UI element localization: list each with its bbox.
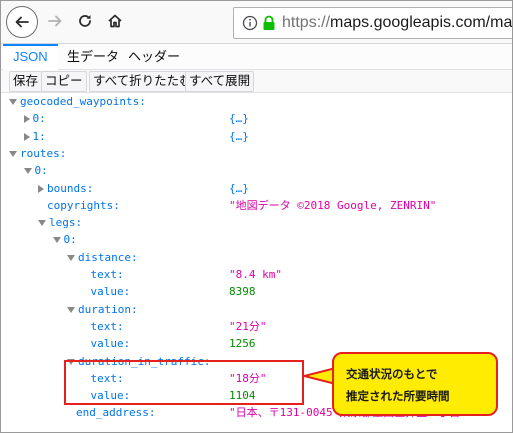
back-button[interactable]: [6, 6, 38, 38]
tab-headers[interactable]: ヘッダー: [118, 44, 190, 69]
tree-key-label: routes:: [20, 146, 67, 160]
tab-json[interactable]: JSON: [3, 44, 58, 71]
collapsed-twisty-icon[interactable]: [38, 184, 44, 193]
tree-key: duration:: [67, 301, 138, 318]
forward-button[interactable]: [41, 7, 69, 35]
expand-all-button[interactable]: すべて展開: [185, 71, 255, 92]
tree-key-label: value:: [90, 337, 131, 351]
lock-icon[interactable]: [262, 14, 276, 32]
home-button[interactable]: [101, 7, 129, 35]
expanded-twisty-icon[interactable]: [67, 254, 75, 261]
tree-row[interactable]: 0: {…}: [1, 110, 512, 127]
expanded-twisty-icon[interactable]: [38, 220, 46, 227]
tree-row[interactable]: distance:: [1, 249, 512, 266]
collapsed-twisty-icon[interactable]: [23, 115, 30, 124]
back-arrow-icon: [15, 16, 29, 28]
tree-key: 1:: [23, 128, 46, 145]
reload-button[interactable]: [71, 7, 99, 35]
tree-row[interactable]: 0:: [1, 231, 512, 248]
tree-row[interactable]: 0:: [1, 162, 512, 179]
tree-key: distance:: [67, 249, 138, 266]
url-host: maps.googleapis.com/map: [330, 14, 513, 31]
tree-key: 0:: [23, 162, 48, 179]
tree-key-label: bounds:: [47, 181, 94, 195]
callout-line-2: 推定された所要時間: [346, 389, 450, 403]
expanded-twisty-icon[interactable]: [9, 99, 17, 105]
collapse-all-button[interactable]: すべて折りたたむ: [89, 71, 196, 92]
tree-row[interactable]: value: 1256: [1, 335, 512, 352]
tree-key-label: text:: [90, 319, 124, 333]
tree-key: routes:: [9, 145, 66, 162]
tree-row[interactable]: bounds: {…}: [1, 180, 512, 197]
viewer-tabs: JSON 生データ ヘッダー: [1, 44, 512, 71]
tree-key-label: legs:: [49, 216, 83, 230]
tree-key: legs:: [38, 214, 82, 231]
forward-arrow-icon: [48, 15, 62, 27]
tree-key: value:: [91, 335, 131, 352]
tree-row[interactable]: duration:: [1, 301, 512, 318]
tree-row[interactable]: routes:: [1, 145, 512, 162]
tree-key-label: 0:: [34, 164, 48, 178]
tree-key-label: 0:: [32, 112, 46, 126]
json-action-bar: 保存 コピー すべて折りたたむ すべて展開: [1, 70, 512, 93]
save-button[interactable]: 保存: [9, 71, 43, 92]
tree-key: geocoded_waypoints:: [9, 93, 146, 110]
annotation-callout: 交通状況のもとで 推定された所要時間: [332, 352, 498, 416]
collapsed-twisty-icon[interactable]: [23, 132, 30, 141]
tree-row[interactable]: geocoded_waypoints:: [1, 93, 512, 110]
expanded-twisty-icon[interactable]: [67, 306, 75, 313]
duration-in-traffic-highlight: [64, 360, 304, 405]
tree-value: 1256: [229, 337, 256, 351]
copy-button[interactable]: コピー: [41, 71, 87, 92]
tree-key-label: 0:: [63, 233, 77, 247]
tree-value: {…}: [229, 112, 249, 126]
tree-value: "地図データ ©2018 Google, ZENRIN": [229, 198, 437, 212]
tree-key: value:: [91, 283, 131, 300]
tree-value: {…}: [229, 129, 249, 143]
tree-row[interactable]: legs:: [1, 214, 512, 231]
tree-key: copyrights:: [47, 197, 120, 214]
address-bar[interactable]: https://maps.googleapis.com/map: [233, 7, 513, 39]
expanded-twisty-icon[interactable]: [9, 150, 17, 157]
tree-key: text:: [91, 318, 124, 335]
tree-key-label: copyrights:: [47, 198, 120, 212]
tree-key-label: text:: [90, 268, 124, 281]
expanded-twisty-icon[interactable]: [52, 237, 61, 244]
tree-row[interactable]: text: "21分": [1, 318, 512, 335]
tree-row[interactable]: value: 8398: [1, 283, 512, 300]
tree-row[interactable]: 1: {…}: [1, 128, 512, 145]
callout-line-1: 交通状況のもとで: [346, 367, 438, 381]
tree-row[interactable]: text: "8.4 km": [1, 266, 512, 283]
browser-toolbar: https://maps.googleapis.com/map: [1, 1, 512, 44]
tree-key-label: duration:: [78, 302, 138, 316]
tree-key: 0:: [52, 231, 77, 248]
expanded-twisty-icon[interactable]: [23, 168, 32, 175]
tree-key-label: value:: [90, 285, 131, 299]
tree-key: end_address:: [76, 404, 155, 421]
tree-key: 0:: [23, 110, 46, 127]
tree-value: 8398: [229, 285, 256, 299]
tree-value: {…}: [229, 181, 249, 195]
tree-key-label: 1:: [32, 129, 46, 143]
tree-key: bounds:: [38, 180, 93, 197]
tree-key-label: distance:: [78, 250, 138, 264]
home-icon: [108, 14, 122, 28]
tree-row[interactable]: copyrights: "地図データ ©2018 Google, ZENRIN": [1, 197, 512, 214]
tree-value: "8.4 km": [229, 268, 282, 281]
tree-key-label: geocoded_waypoints:: [20, 95, 146, 108]
tree-value: "21分": [229, 319, 267, 333]
reload-icon: [79, 15, 91, 27]
tree-key: text:: [91, 266, 124, 283]
info-icon[interactable]: [242, 14, 258, 32]
url-scheme: https://: [282, 14, 331, 31]
browser-window: https://maps.googleapis.com/map JSON 生デー…: [0, 0, 513, 433]
tree-key-label: end_address:: [76, 406, 156, 420]
